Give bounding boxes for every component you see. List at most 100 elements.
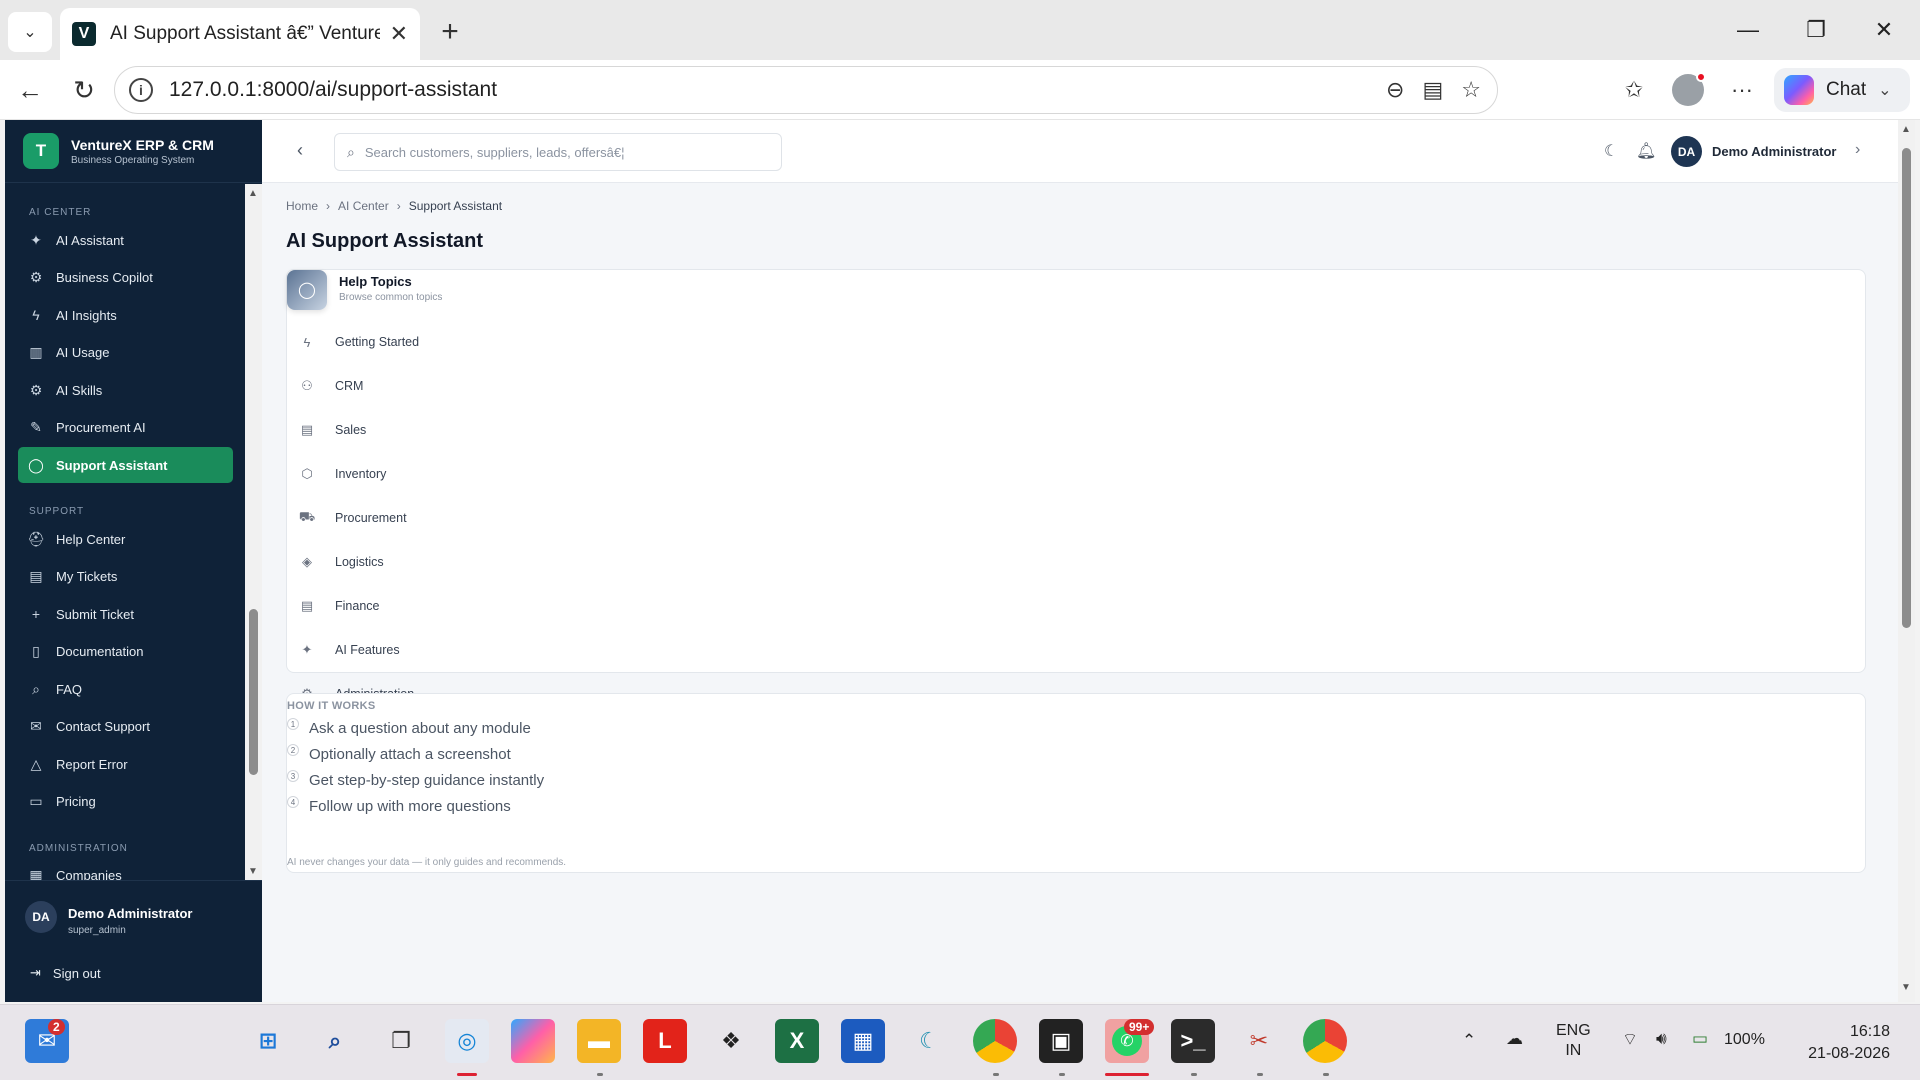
sidebar-item-label: Procurement AI	[56, 420, 146, 435]
app-l-icon[interactable]: L	[643, 1019, 687, 1063]
global-search-input[interactable]: ⌕ Search customers, suppliers, leads, of…	[334, 133, 782, 171]
help-topic-crm[interactable]: ⚇ CRM	[299, 364, 1839, 408]
onedrive-offline-icon[interactable]: ☁	[1506, 1029, 1523, 1049]
battery-icon[interactable]: ▭	[1692, 1029, 1708, 1049]
sidebar-user: DA Demo Administrator super_admin ⇥ Sign…	[5, 880, 262, 1002]
windows-start-icon[interactable]: ⊞	[246, 1019, 290, 1063]
scroll-up-arrow-icon[interactable]: ▲	[1901, 124, 1911, 135]
sidebar-item-submit-ticket[interactable]: + Submit Ticket	[18, 596, 233, 632]
sidebar-scrollbar[interactable]: ▲ ▼	[245, 184, 262, 880]
help-topic-logistics[interactable]: ◈ Logistics	[299, 540, 1839, 584]
back-arrow-icon[interactable]: ←	[10, 70, 50, 110]
search-icon[interactable]: ⌕	[313, 1019, 357, 1063]
sidebar-item-support-assistant[interactable]: ◯ Support Assistant	[18, 447, 233, 483]
scroll-down-arrow-icon[interactable]: ▼	[248, 866, 258, 877]
scrollbar-thumb[interactable]	[1902, 148, 1911, 628]
copilot-chat-button[interactable]: Chat ⌄	[1774, 68, 1910, 112]
sidebar-item-label: Pricing	[56, 794, 96, 809]
main-content: Home › AI Center › Support Assistant AI …	[262, 183, 1898, 1002]
help-topic-label: CRM	[335, 379, 364, 393]
sidebar-item-procurement-ai[interactable]: ✎ Procurement AI	[18, 410, 233, 446]
favorites-icon[interactable]: ✩	[1618, 74, 1650, 106]
app-wave-icon[interactable]: ☾	[907, 1019, 951, 1063]
system-clock[interactable]: 16:18 21-08-2026	[1790, 1021, 1890, 1065]
wifi-icon[interactable]: ⌔	[1622, 1029, 1638, 1050]
header-user-name[interactable]: Demo Administrator	[1712, 144, 1836, 159]
sidebar-item-ai-usage[interactable]: ▥ AI Usage	[18, 335, 233, 371]
bar-chart-icon: ▥	[29, 344, 43, 360]
avatar[interactable]: DA	[1671, 136, 1702, 167]
sidebar-item-label: Support Assistant	[56, 457, 168, 473]
sidebar-item-contact-support[interactable]: ✉ Contact Support	[18, 709, 233, 745]
address-bar[interactable]: i 127.0.0.1:8000/ai/support-assistant ⊖ …	[114, 66, 1498, 114]
url-text[interactable]: 127.0.0.1:8000/ai/support-assistant	[169, 78, 1386, 102]
more-menu-icon[interactable]: ···	[1726, 74, 1758, 106]
close-window-button[interactable]: ✕	[1860, 10, 1908, 50]
scrollbar-thumb[interactable]	[249, 609, 258, 775]
collapse-sidebar-icon[interactable]: ‹	[297, 140, 303, 161]
volume-icon[interactable]: 🔊︎	[1656, 1029, 1667, 1049]
help-topic-sales[interactable]: ▤ Sales	[299, 408, 1839, 452]
sidebar-item-ai-insights[interactable]: ϟ AI Insights	[18, 297, 233, 333]
sidebar-item-faq[interactable]: ⌕ FAQ	[18, 671, 233, 707]
avatar[interactable]: DA	[25, 901, 57, 933]
dropbox-icon[interactable]: ❖	[709, 1019, 753, 1063]
snipping-tool-icon[interactable]: ✂	[1237, 1019, 1281, 1063]
microsoft-store-icon[interactable]: ▦	[841, 1019, 885, 1063]
sidebar-item-ai-skills[interactable]: ⚙ AI Skills	[18, 372, 233, 408]
file-explorer-icon[interactable]: ▬	[577, 1019, 621, 1063]
running-indicator	[1191, 1073, 1197, 1076]
brand[interactable]: T VentureX ERP & CRM Business Operating …	[5, 120, 262, 183]
sidebar-item-my-tickets[interactable]: ▤ My Tickets	[18, 559, 233, 595]
excel-icon[interactable]: X	[775, 1019, 819, 1063]
scroll-down-arrow-icon[interactable]: ▼	[1901, 982, 1911, 993]
sidebar-item-label: Report Error	[56, 756, 128, 772]
edge-browser-icon[interactable]: ◎	[445, 1019, 489, 1063]
sidebar-item-report-error[interactable]: △ Report Error	[18, 746, 233, 782]
browser-tab-active[interactable]: V AI Support Assistant â€” VentureX ✕	[60, 8, 420, 60]
zoom-icon[interactable]: ⊖	[1386, 77, 1404, 103]
help-topic-finance[interactable]: ▤ Finance	[299, 584, 1839, 628]
new-tab-button[interactable]: +	[432, 14, 468, 50]
tab-actions-button[interactable]: ⌄	[8, 12, 52, 52]
sidebar-item-business-copilot[interactable]: ⚙ Business Copilot	[18, 260, 233, 296]
task-view-icon[interactable]: ❐	[379, 1019, 423, 1063]
help-topics-title: Help Topics	[339, 274, 412, 289]
sidebar-item-label: FAQ	[56, 681, 83, 697]
minimize-button[interactable]: —	[1724, 10, 1772, 50]
sidebar-item-companies[interactable]: ▦ Companies	[18, 858, 233, 880]
sidebar-item-label: AI Insights	[56, 307, 117, 323]
notion-icon[interactable]: ▣	[1039, 1019, 1083, 1063]
step-number: 2	[287, 744, 299, 756]
chrome-icon[interactable]	[973, 1019, 1017, 1063]
scroll-up-arrow-icon[interactable]: ▲	[248, 188, 258, 199]
dark-mode-moon-icon[interactable]: ☾	[1604, 141, 1618, 161]
help-topic-inventory[interactable]: ⬡ Inventory	[299, 452, 1839, 496]
sidebar-item-pricing[interactable]: ▭ Pricing	[18, 784, 233, 820]
page-scrollbar[interactable]: ▲ ▼	[1898, 120, 1915, 1002]
close-tab-icon[interactable]: ✕	[390, 21, 408, 47]
sidebar-item-documentation[interactable]: ▯ Documentation	[18, 634, 233, 670]
help-topic-getting-started[interactable]: ϟ Getting Started	[299, 320, 1839, 364]
site-info-icon[interactable]: i	[129, 78, 153, 102]
refresh-icon[interactable]: ↻	[64, 70, 104, 110]
show-hidden-icons-chevron-icon[interactable]: ⌃	[1462, 1031, 1476, 1051]
chevron-right-icon[interactable]: ›	[1855, 141, 1860, 159]
breadcrumb-home[interactable]: Home	[286, 199, 318, 213]
help-topic-ai-features[interactable]: ✦ AI Features	[299, 628, 1839, 672]
favorite-star-icon[interactable]: ☆	[1461, 77, 1481, 103]
chrome-profile-icon[interactable]	[1303, 1019, 1347, 1063]
restore-button[interactable]: ❐	[1792, 10, 1840, 50]
language-indicator[interactable]: ENG IN	[1556, 1021, 1591, 1061]
sidebar-item-ai-assistant[interactable]: ✦ AI Assistant	[18, 222, 233, 258]
copilot-app-icon[interactable]	[511, 1019, 555, 1063]
terminal-icon[interactable]: >_	[1171, 1019, 1215, 1063]
help-topic-procurement[interactable]: ⛟ Procurement	[299, 496, 1839, 540]
profile-avatar[interactable]	[1672, 72, 1706, 106]
notifications-bell-icon[interactable]: 🔔︎	[1636, 141, 1656, 161]
breadcrumb-ai-center[interactable]: AI Center	[338, 199, 389, 213]
sidebar-item-help-center[interactable]: ⛑ Help Center	[18, 521, 233, 557]
sign-out-button[interactable]: ⇥ Sign out	[30, 965, 101, 981]
reader-mode-icon[interactable]: ▤	[1422, 77, 1443, 103]
favicon-icon: V	[72, 22, 96, 46]
